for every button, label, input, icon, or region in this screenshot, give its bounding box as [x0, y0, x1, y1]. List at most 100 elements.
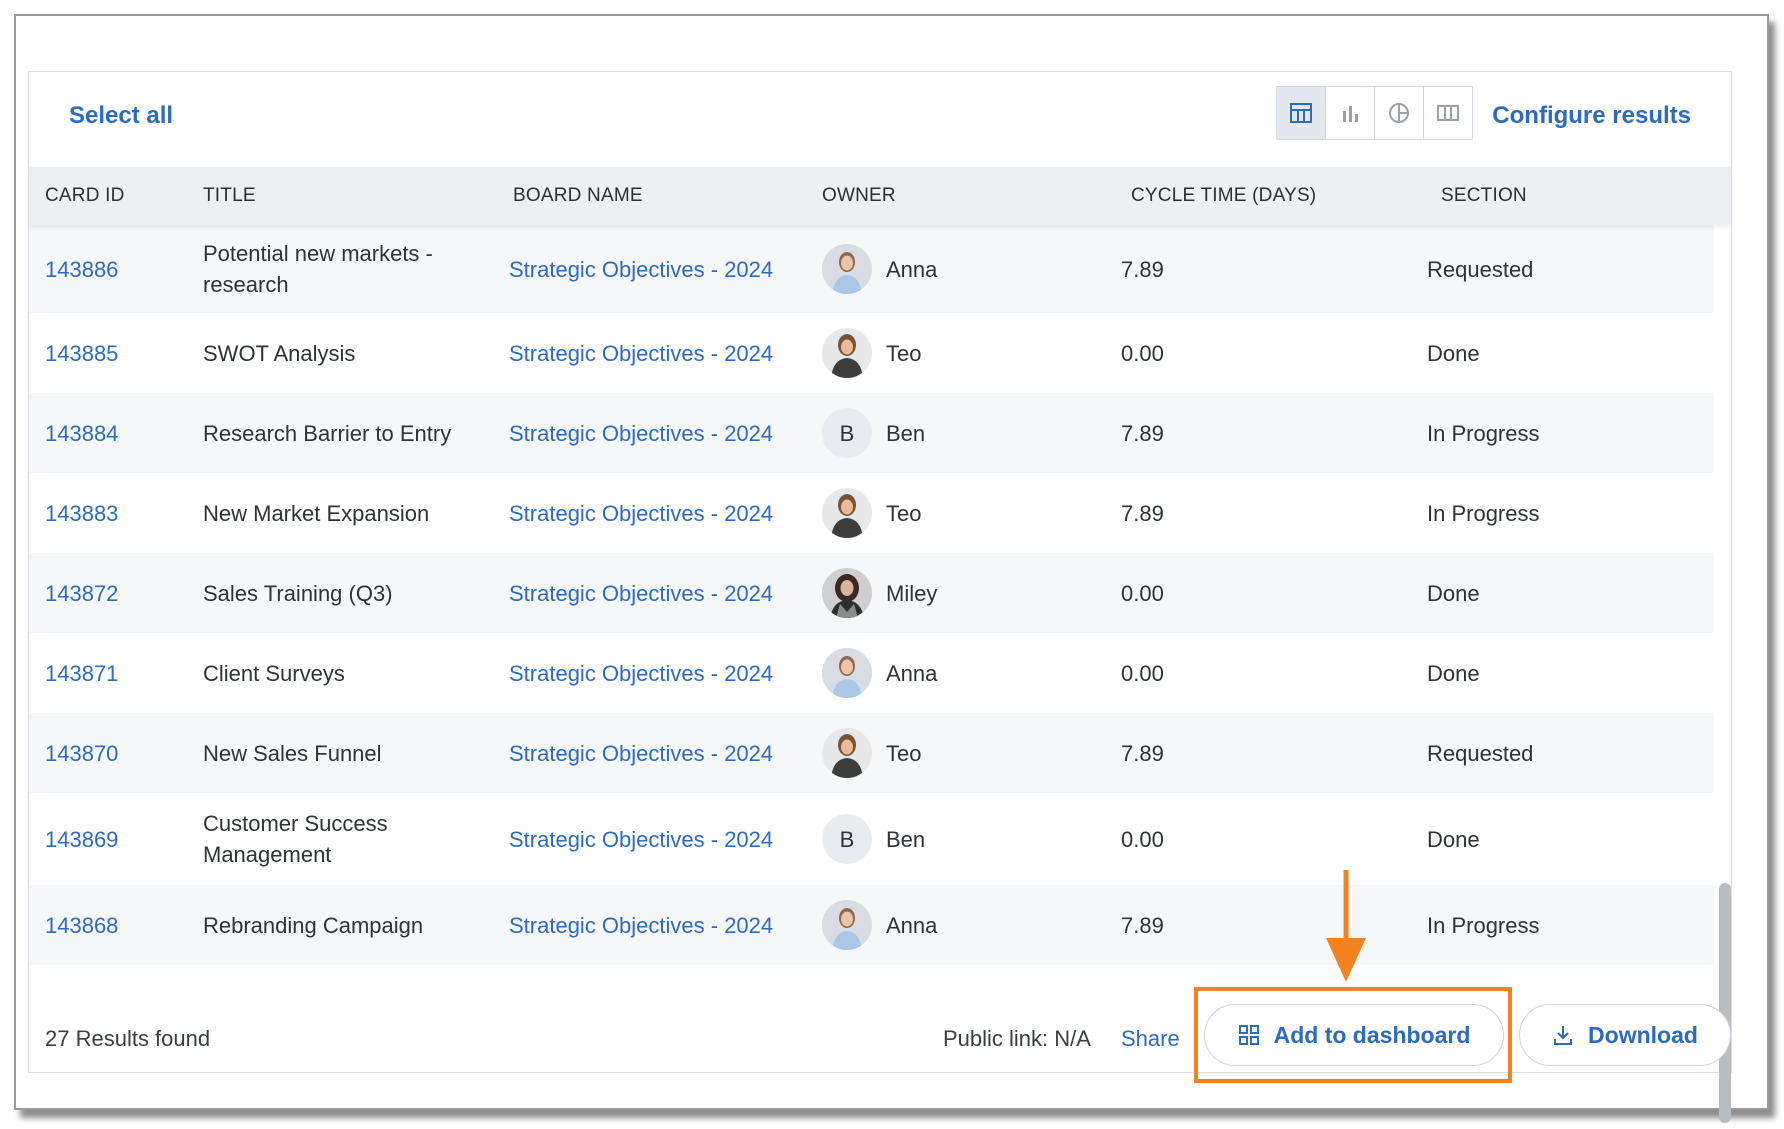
cycle-time: 0.00 — [1121, 660, 1164, 686]
configure-results-link[interactable]: Configure results — [1492, 102, 1691, 130]
table-view-button[interactable] — [1277, 87, 1326, 139]
card-id-link[interactable]: 143884 — [45, 393, 185, 473]
owner-name: Teo — [886, 500, 922, 526]
card-title: Potential new markets - research — [203, 241, 433, 297]
download-icon — [1554, 1026, 1573, 1045]
card-id-link[interactable]: 143883 — [45, 473, 185, 553]
results-panel: Select all Configure results CARD ID TIT… — [28, 71, 1732, 1123]
table-row[interactable]: 143883 New Market Expansion Strategic Obje… — [29, 473, 1714, 553]
section-value: In Progress — [1427, 912, 1540, 938]
owner-name: Ben — [886, 420, 926, 446]
bar-chart-view-button[interactable] — [1326, 87, 1375, 139]
card-title: Research Barrier to Entry — [203, 420, 452, 446]
columns-view-button[interactable] — [1424, 87, 1472, 139]
card-id-link[interactable]: 143872 — [45, 553, 185, 633]
owner-name: Teo — [886, 340, 922, 366]
avatar: B — [822, 408, 872, 458]
download-button[interactable]: Download — [1519, 1004, 1731, 1066]
card-id-link[interactable]: 143870 — [45, 713, 185, 793]
share-link[interactable]: Share — [1121, 1026, 1180, 1052]
owner-name: Anna — [886, 660, 938, 686]
avatar — [822, 568, 872, 618]
select-all-link[interactable]: Select all — [69, 102, 173, 130]
board-name-link[interactable]: Strategic Objectives - 2024 — [509, 225, 809, 313]
section-value: Done — [1427, 826, 1480, 852]
board-name-link[interactable]: Strategic Objectives - 2024 — [509, 713, 809, 793]
column-header-card-id[interactable]: CARD ID — [45, 167, 125, 225]
column-header-cycle-time[interactable]: CYCLE TIME (DAYS) — [1131, 167, 1316, 225]
board-name-link[interactable]: Strategic Objectives - 2024 — [509, 633, 809, 713]
board-name-link[interactable]: Strategic Objectives - 2024 — [509, 473, 809, 553]
cycle-time: 0.00 — [1121, 826, 1164, 852]
cycle-time: 7.89 — [1121, 912, 1164, 938]
table-scrollbar[interactable] — [1717, 225, 1731, 1123]
owner-name: Miley — [886, 580, 938, 606]
board-name-link[interactable]: Strategic Objectives - 2024 — [509, 393, 809, 473]
owner-cell: Teo — [822, 473, 1062, 553]
section-value: Requested — [1427, 740, 1534, 766]
card-id-link[interactable]: 143885 — [45, 313, 185, 393]
table-row[interactable]: 143886 Potential new markets - research St… — [29, 225, 1714, 313]
section-value: Done — [1427, 660, 1480, 686]
avatar — [822, 244, 872, 294]
table-row[interactable]: 143872 Sales Training (Q3) Strategic Objec… — [29, 553, 1714, 633]
card-title: Rebranding Campaign — [203, 912, 424, 938]
card-title: New Market Expansion — [203, 500, 430, 526]
public-link-status: Public link: N/A — [943, 1026, 1091, 1051]
column-header-board-name[interactable]: BOARD NAME — [513, 167, 643, 225]
owner-cell: B Ben — [822, 793, 1062, 885]
board-name-link[interactable]: Strategic Objectives - 2024 — [509, 793, 809, 885]
owner-cell: Teo — [822, 713, 1062, 793]
callout-highlight-box — [1194, 987, 1512, 1083]
results-count: 27 Results found — [45, 1026, 211, 1051]
table-row[interactable]: 143871 Client Surveys Strategic Objectives… — [29, 633, 1714, 713]
columns-view-icon — [1437, 105, 1459, 121]
board-name-link[interactable]: Strategic Objectives - 2024 — [509, 313, 809, 393]
owner-cell: Miley — [822, 553, 1062, 633]
pie-chart-view-button[interactable] — [1375, 87, 1424, 139]
card-title: New Sales Funnel — [203, 740, 382, 766]
column-header-section[interactable]: SECTION — [1441, 167, 1527, 225]
board-name-link[interactable]: Strategic Objectives - 2024 — [509, 553, 809, 633]
card-id-link[interactable]: 143869 — [45, 793, 185, 885]
pie-chart-icon — [1389, 103, 1409, 123]
table-header: CARD ID TITLE BOARD NAME OWNER CYCLE TIM… — [29, 167, 1731, 225]
owner-name: Ben — [886, 826, 926, 852]
table-row[interactable]: 143868 Rebranding Campaign Strategic Objec… — [29, 885, 1714, 965]
column-header-title[interactable]: TITLE — [203, 167, 256, 225]
card-title: Sales Training (Q3) — [203, 580, 393, 606]
cycle-time: 7.89 — [1121, 420, 1164, 446]
card-title: Client Surveys — [203, 660, 345, 686]
table-row[interactable]: 143885 SWOT Analysis Strategic Objectives … — [29, 313, 1714, 393]
avatar — [822, 728, 872, 778]
callout-arrow-icon — [1326, 870, 1366, 982]
cycle-time: 7.89 — [1121, 740, 1164, 766]
section-value: In Progress — [1427, 420, 1540, 446]
owner-cell: B Ben — [822, 393, 1062, 473]
download-label: Download — [1588, 1021, 1698, 1048]
card-id-link[interactable]: 143868 — [45, 885, 185, 965]
table-row[interactable]: 143870 New Sales Funnel Strategic Objectiv… — [29, 713, 1714, 793]
screenshot-frame: Select all Configure results CARD ID TIT… — [14, 14, 1769, 1123]
column-header-owner[interactable]: OWNER — [822, 167, 896, 225]
view-mode-toggle — [1276, 86, 1473, 140]
card-id-link[interactable]: 143871 — [45, 633, 185, 713]
avatar — [822, 900, 872, 950]
avatar — [822, 648, 872, 698]
board-name-link[interactable]: Strategic Objectives - 2024 — [509, 885, 809, 965]
section-value: In Progress — [1427, 500, 1540, 526]
scrollbar-thumb[interactable] — [1719, 883, 1731, 1123]
section-value: Requested — [1427, 256, 1534, 282]
table-row[interactable]: 143869 Customer Success Management Strateg… — [29, 793, 1714, 885]
table-body: 143886 Potential new markets - research St… — [29, 225, 1714, 1048]
owner-name: Teo — [886, 740, 922, 766]
section-value: Done — [1427, 580, 1480, 606]
cycle-time: 0.00 — [1121, 580, 1164, 606]
cycle-time: 7.89 — [1121, 256, 1164, 282]
card-title: Customer Success Management — [203, 811, 388, 867]
card-id-link[interactable]: 143886 — [45, 225, 185, 313]
owner-cell: Anna — [822, 885, 1062, 965]
avatar — [822, 328, 872, 378]
table-row[interactable]: 143884 Research Barrier to Entry Strategic… — [29, 393, 1714, 473]
owner-name: Anna — [886, 912, 938, 938]
